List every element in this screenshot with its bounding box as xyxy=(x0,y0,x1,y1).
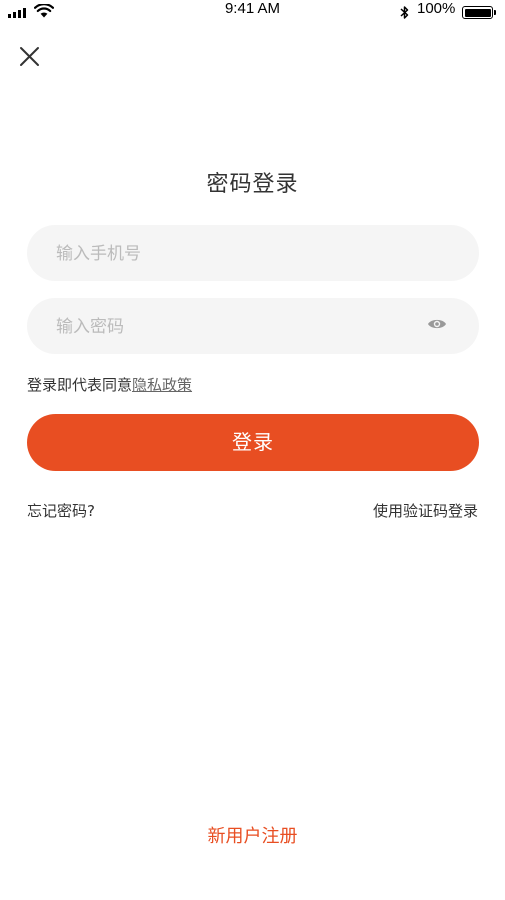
battery-percent: 100% xyxy=(417,0,456,17)
agreement-prefix: 登录即代表同意 xyxy=(27,376,133,394)
phone-input[interactable] xyxy=(54,225,418,283)
agreement-text: 登录即代表同意隐私政策 xyxy=(27,374,192,395)
login-button[interactable]: 登录 xyxy=(27,414,479,471)
password-field[interactable] xyxy=(27,298,479,356)
eye-icon xyxy=(428,319,446,329)
sms-login-link[interactable]: 使用验证码登录 xyxy=(373,500,478,521)
forgot-password-link[interactable]: 忘记密码? xyxy=(27,500,95,521)
status-bar: 9:41 AM 100% xyxy=(0,0,505,22)
close-icon xyxy=(20,47,39,66)
phone-field[interactable] xyxy=(27,225,479,283)
password-input[interactable] xyxy=(54,298,418,356)
battery-icon xyxy=(462,6,496,19)
privacy-policy-link[interactable]: 隐私政策 xyxy=(132,376,192,394)
page-title: 密码登录 xyxy=(206,172,299,197)
close-button[interactable] xyxy=(16,43,44,71)
bluetooth-icon xyxy=(400,6,409,19)
toggle-password-visibility-button[interactable] xyxy=(427,316,449,336)
register-link[interactable]: 新用户注册 xyxy=(0,822,505,848)
